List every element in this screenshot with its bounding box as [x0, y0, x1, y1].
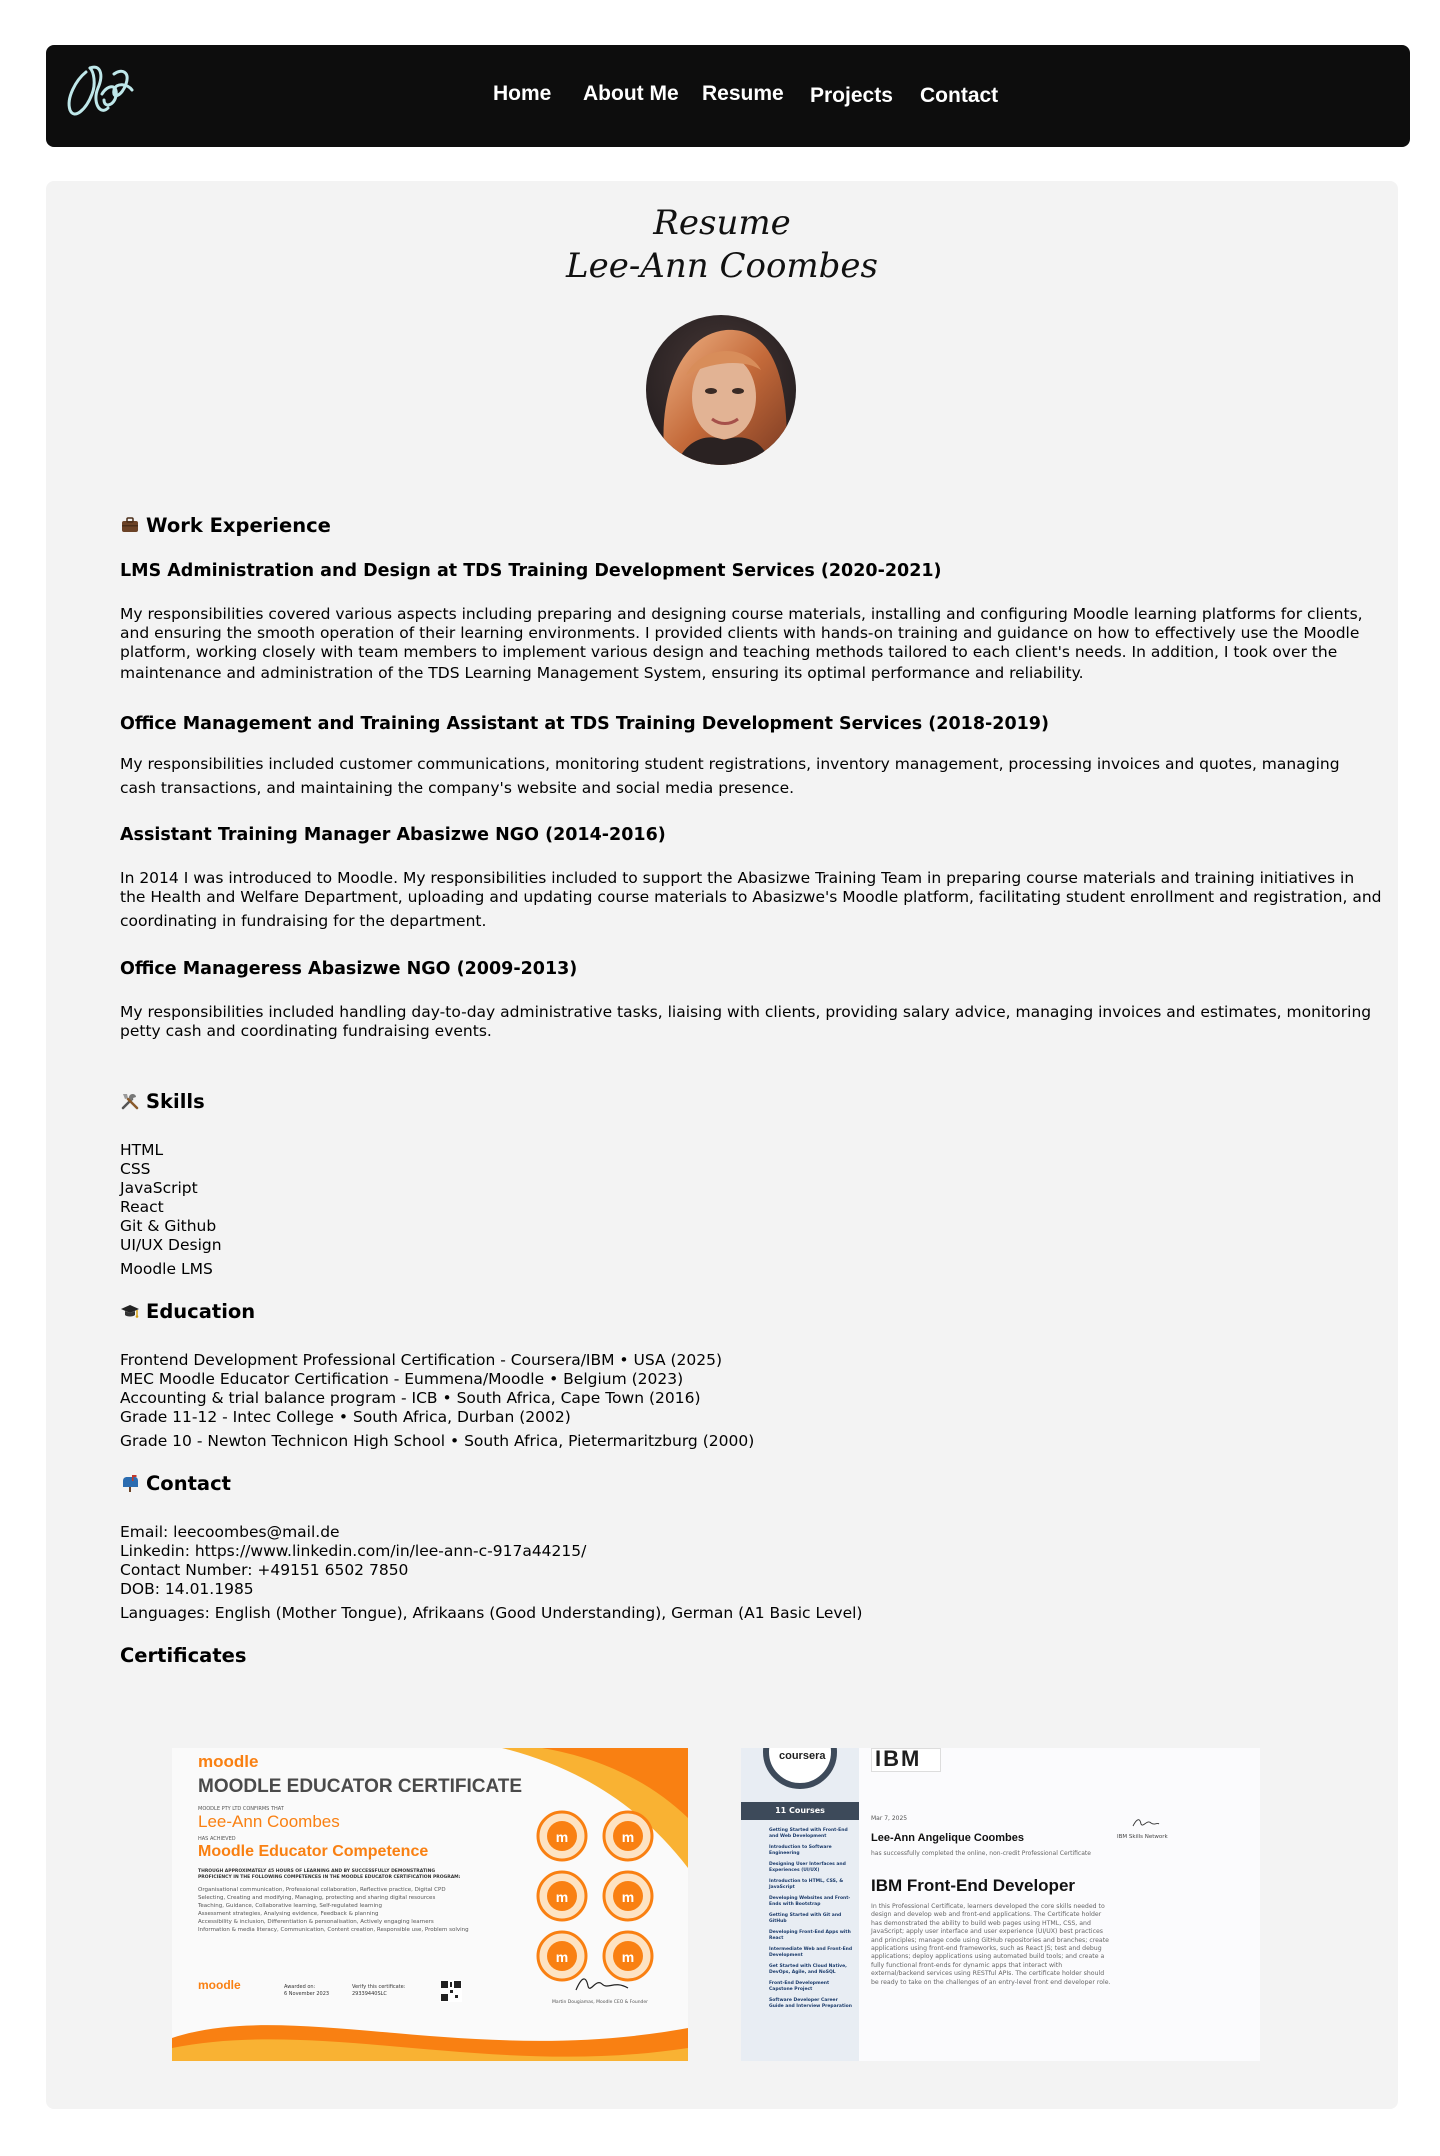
person-name: Lee-Ann Coombes — [566, 246, 878, 286]
svg-text:m: m — [556, 1889, 568, 1905]
moodle-cert-recipient: Lee-Ann Coombes — [198, 1812, 340, 1831]
job-description-line: cash transactions, and maintaining the c… — [120, 779, 795, 797]
graduation-cap-icon — [121, 1305, 139, 1318]
moodle-verify-label: Verify this certificate: — [352, 1984, 406, 1990]
certificates-heading: Certificates — [120, 1644, 247, 1667]
contact-email: Email: leecoombes@mail.de — [120, 1523, 340, 1541]
education-item: Grade 10 - Newton Technicon High School … — [120, 1432, 755, 1450]
job-title: Assistant Training Manager Abasizwe NGO … — [120, 825, 666, 845]
skills-heading: Skills — [120, 1091, 205, 1111]
skill-item: HTML — [120, 1141, 164, 1159]
moodle-logo: moodle — [198, 1752, 259, 1771]
contact-phone: Contact Number: +49151 6502 7850 — [120, 1561, 409, 1579]
ibm-cert-recipient: Lee-Ann Angelique Coombes — [871, 1832, 1024, 1844]
tools-icon — [121, 1093, 139, 1110]
ibm-certificate-image[interactable]: coursera 11 Courses Getting Started with… — [741, 1748, 1260, 2061]
signature-image — [575, 1978, 629, 1991]
svg-text:m: m — [556, 1949, 568, 1965]
ibm-cert-completed: has successfully completed the online, n… — [871, 1850, 1091, 1857]
skill-item: UI/UX Design — [120, 1236, 222, 1254]
contact-linkedin[interactable]: Linkedin: https://www.linkedin.com/in/le… — [120, 1542, 586, 1561]
education-item: Frontend Development Professional Certif… — [120, 1351, 723, 1369]
resume-card: Resume Lee-Ann Coombes Work Experience L… — [46, 181, 1398, 2109]
moodle-certificate-image[interactable]: moodle MOODLE EDUCATOR CERTIFICATE MOODL… — [172, 1748, 688, 2061]
moodle-verify-code: 29339440SLC — [352, 1991, 387, 1997]
svg-text:m: m — [622, 1949, 634, 1965]
nav-projects-link[interactable]: Projects — [810, 84, 893, 108]
job-description-line: maintenance and administration of the TD… — [120, 664, 1084, 682]
page-title: Resume — [653, 203, 791, 243]
ibm-course-list: Getting Started with Front-End and Web D… — [769, 1828, 853, 2009]
education-item: Accounting & trial balance program - ICB… — [120, 1389, 701, 1407]
moodle-awarded-date: 6 November 2023 — [284, 1991, 330, 1997]
job-description-line: and ensuring the smooth operation of the… — [120, 624, 1360, 642]
nav-about-link[interactable]: About Me — [583, 82, 679, 106]
skill-item: JavaScript — [120, 1179, 198, 1197]
coursera-logo: coursera — [779, 1750, 826, 1762]
ibm-skills-network: IBM Skills Network — [1117, 1834, 1168, 1840]
moodle-cert-title: MOODLE EDUCATOR CERTIFICATE — [198, 1776, 523, 1797]
svg-text:m: m — [622, 1889, 634, 1905]
job-description-line: petty cash and coordinating fundraising … — [120, 1022, 492, 1040]
svg-text:m: m — [622, 1829, 634, 1845]
job-title: Office Management and Training Assistant… — [120, 714, 1049, 734]
job-description-line: My responsibilities included handling da… — [120, 1003, 1372, 1021]
skill-item: CSS — [120, 1160, 151, 1178]
contact-languages: Languages: English (Mother Tongue), Afri… — [120, 1604, 863, 1622]
job-description-line: platform, working closely with team memb… — [120, 643, 1338, 661]
education-heading: Education — [120, 1301, 255, 1321]
job-description-line: coordinating in fundraising for the depa… — [120, 912, 487, 930]
ibm-signature-image — [1132, 1819, 1160, 1827]
job-description-line: the Health and Welfare Department, uploa… — [120, 888, 1382, 906]
job-title: Office Manageress Abasizwe NGO (2009-201… — [120, 959, 578, 979]
job-description-line: My responsibilities included customer co… — [120, 755, 1340, 773]
moodle-cert-competences: Organisational communication, Profession… — [198, 1887, 469, 1933]
ibm-cert-date: Mar 7, 2025 — [871, 1815, 908, 1822]
ibm-logo: IBM — [875, 1748, 922, 1771]
ibm-courses-label: 11 Courses — [741, 1802, 859, 1820]
moodle-cert-through: THROUGH APPROXIMATELY 45 HOURS OF LEARNI… — [198, 1869, 436, 1874]
nav-contact-link[interactable]: Contact — [920, 84, 998, 108]
moodle-cert-achieved: HAS ACHIEVED — [198, 1836, 236, 1842]
svg-text:m: m — [556, 1829, 568, 1845]
nav-resume-link[interactable]: Resume — [702, 82, 784, 106]
navbar: Home About Me Resume Projects Contact — [46, 45, 1410, 147]
contact-heading: Contact — [120, 1473, 231, 1493]
moodle-signer: Martin Dougiamas, Moodle CEO & Founder — [552, 2000, 649, 2005]
moodle-cert-through: PROFICIENCY IN THE FOLLOWING COMPETENCES… — [198, 1875, 461, 1880]
profile-photo — [646, 315, 796, 465]
ibm-logo-box: IBM — [871, 1748, 941, 1772]
education-item: Grade 11-12 - Intec College • South Afri… — [120, 1408, 571, 1426]
ibm-cert-description: In this Professional Certificate, learne… — [871, 1903, 1111, 1986]
education-item: MEC Moodle Educator Certification - Eumm… — [120, 1370, 684, 1388]
nav-home-link[interactable]: Home — [493, 82, 551, 106]
job-title: LMS Administration and Design at TDS Tra… — [120, 561, 942, 581]
moodle-awarded-label: Awarded on: — [284, 1984, 316, 1990]
contact-dob: DOB: 14.01.1985 — [120, 1580, 254, 1598]
moodle-cert-competence: Moodle Educator Competence — [198, 1843, 429, 1860]
work-experience-heading: Work Experience — [120, 515, 331, 535]
briefcase-icon — [122, 517, 138, 532]
moodle-badges: m m m m m m — [536, 1810, 654, 1982]
job-description-line: In 2014 I was introduced to Moodle. My r… — [120, 869, 1355, 887]
job-description-line: My responsibilities covered various aspe… — [120, 605, 1363, 623]
skill-item: Moodle LMS — [120, 1260, 213, 1278]
qr-code-icon — [440, 1980, 462, 2002]
ibm-cert-title: IBM Front-End Developer — [871, 1876, 1076, 1895]
skill-item: React — [120, 1198, 164, 1216]
nav-links: Home About Me Resume Projects Contact — [46, 45, 1410, 147]
mailbox-icon — [123, 1475, 138, 1492]
moodle-footer-logo: moodle — [198, 1978, 241, 1992]
skill-item: Git & Github — [120, 1217, 217, 1235]
